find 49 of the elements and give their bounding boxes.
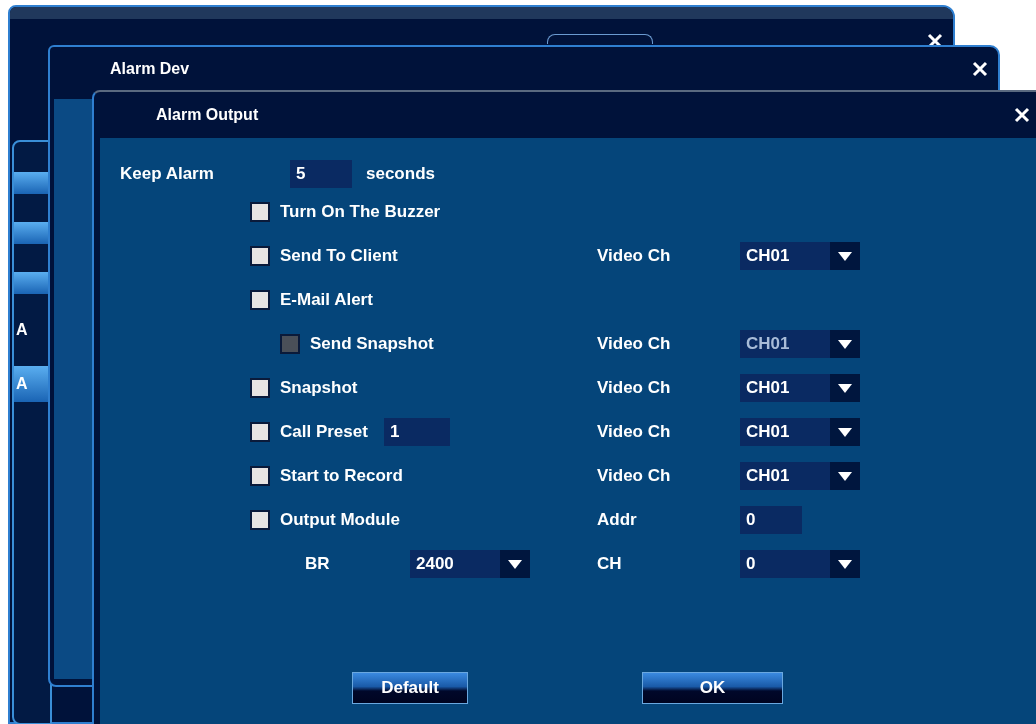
caret-icon [838, 383, 852, 393]
dropdown[interactable]: CH01 [740, 242, 860, 270]
checkbox[interactable] [250, 290, 270, 310]
unit-label: seconds [366, 164, 435, 184]
checkbox-label: E-Mail Alert [280, 290, 373, 310]
field-label: Addr [597, 510, 638, 530]
caret-icon [838, 471, 852, 481]
checkbox-label: Send To Client [280, 246, 398, 266]
field-label: Video Ch [597, 422, 672, 442]
dropdown[interactable]: CH01 [740, 374, 860, 402]
checkbox[interactable] [250, 246, 270, 266]
field-label: Keep Alarm [120, 164, 215, 184]
dropdown[interactable]: CH01 [740, 462, 860, 490]
checkbox-label: Snapshot [280, 378, 358, 398]
checkbox-label: Turn On The Buzzer [280, 202, 441, 222]
checkbox-label: Call Preset [280, 422, 368, 442]
checkbox[interactable] [250, 422, 270, 442]
caret-icon [838, 559, 852, 569]
dialog-button[interactable]: OK [642, 672, 783, 704]
sidebar-item[interactable]: A [14, 366, 50, 402]
input-field[interactable]: 5 [290, 160, 352, 188]
checkbox-label: Send Snapshot [310, 334, 434, 354]
caret-icon [838, 427, 852, 437]
dropdown[interactable]: 2400 [410, 550, 530, 578]
close-icon[interactable] [972, 61, 988, 77]
checkbox-label: Output Module [280, 510, 400, 530]
caret-icon [508, 559, 522, 569]
dropdown[interactable]: CH01 [740, 418, 860, 446]
caret-icon [838, 339, 852, 349]
dialog-button[interactable]: Default [352, 672, 468, 704]
close-icon[interactable] [1014, 107, 1030, 123]
input-field[interactable]: 1 [383, 418, 450, 446]
dropdown[interactable]: 0 [740, 550, 860, 578]
field-label: Video Ch [597, 334, 672, 354]
input-field[interactable]: 0 [740, 506, 802, 534]
field-label: CH [597, 554, 623, 574]
checkbox-label: Start to Record [280, 466, 403, 486]
field-label: Video Ch [597, 246, 672, 266]
checkbox[interactable] [250, 466, 270, 486]
tab[interactable] [547, 34, 653, 44]
window-title: Alarm Output [156, 106, 259, 124]
checkbox[interactable] [250, 378, 270, 398]
field-label: Video Ch [597, 378, 672, 398]
field-label: BR [305, 554, 331, 574]
field-label: Video Ch [597, 466, 672, 486]
checkbox[interactable] [250, 510, 270, 530]
caret-icon [838, 251, 852, 261]
checkbox[interactable] [250, 202, 270, 222]
window-title: Alarm Dev [110, 60, 190, 78]
